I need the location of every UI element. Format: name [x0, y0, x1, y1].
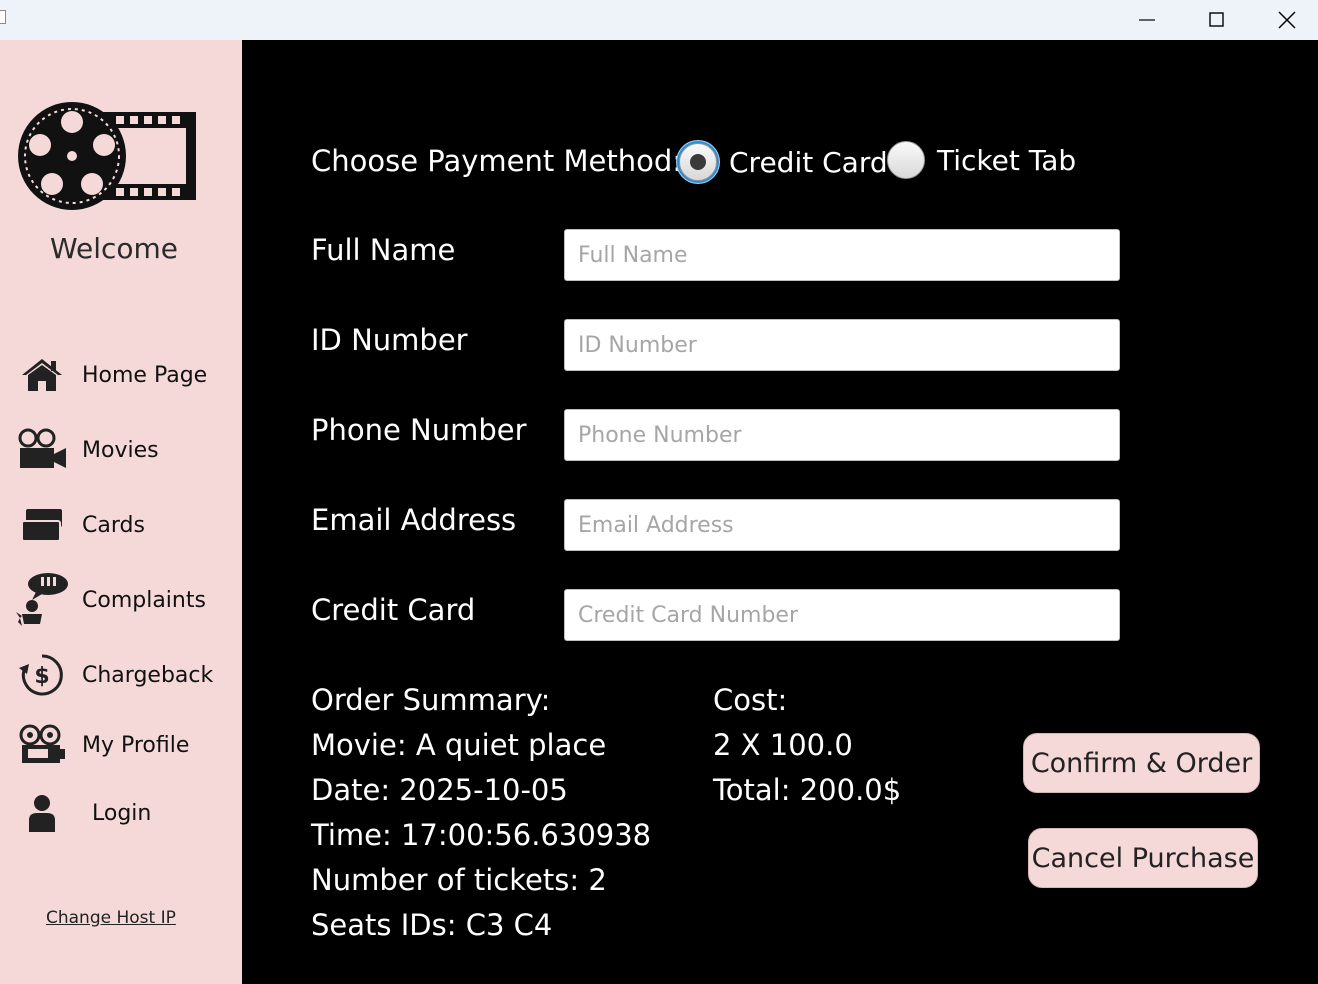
app-icon — [0, 10, 6, 24]
nav-complaints[interactable]: Complaints — [12, 570, 237, 630]
welcome-text: Welcome — [49, 232, 179, 265]
close-icon — [1278, 11, 1296, 29]
complaint-icon — [16, 573, 68, 626]
minimize-icon — [1139, 19, 1155, 21]
order-tickets: Number of tickets: 2 — [311, 863, 607, 897]
nav-movies-label: Movies — [82, 437, 159, 463]
order-time: Time: 17:00:56.630938 — [311, 818, 652, 852]
nav-my-profile[interactable]: My Profile — [12, 715, 237, 775]
minimize-button[interactable] — [1112, 0, 1182, 40]
phone-number-input[interactable] — [564, 409, 1120, 461]
projector-icon — [19, 724, 65, 763]
maximize-icon — [1209, 12, 1224, 27]
film-reel-logo-icon — [18, 102, 196, 210]
title-bar — [0, 0, 1318, 40]
radio-credit-card-label: Credit Card — [729, 145, 888, 179]
maximize-button[interactable] — [1182, 0, 1252, 40]
user-icon — [29, 795, 55, 832]
order-summary: Order Summary: Movie: A quiet place Date… — [311, 678, 651, 948]
nav-home-page[interactable]: Home Page — [12, 345, 237, 405]
svg-text:$: $ — [34, 664, 49, 689]
change-host-ip-link[interactable]: Change Host IP — [46, 908, 176, 928]
cancel-purchase-button[interactable]: Cancel Purchase — [1028, 828, 1258, 888]
nav-login-label: Login — [92, 800, 152, 826]
full-name-label: Full Name — [311, 233, 456, 267]
nav-login[interactable]: Login — [12, 783, 237, 843]
id-number-label: ID Number — [311, 323, 468, 357]
nav-home-page-label: Home Page — [82, 362, 208, 388]
cards-icon — [21, 509, 62, 542]
radio-ticket-tab-dot — [887, 141, 925, 179]
radio-ticket-tab-label: Ticket Tab — [937, 143, 1077, 177]
nav-complaints-label: Complaints — [82, 587, 206, 613]
cost-breakdown: 2 X 100.0 — [713, 728, 853, 762]
radio-ticket-tab[interactable]: Ticket Tab — [887, 141, 1076, 179]
nav-chargeback-label: Chargeback — [82, 662, 214, 688]
order-seats: Seats IDs: C3 C4 — [311, 908, 553, 942]
credit-card-input[interactable] — [564, 589, 1120, 641]
full-name-input[interactable] — [564, 229, 1120, 281]
close-button[interactable] — [1252, 0, 1318, 40]
confirm-order-button[interactable]: Confirm & Order — [1023, 733, 1260, 793]
home-icon — [22, 359, 62, 391]
movie-camera-icon — [18, 428, 66, 468]
nav-movies[interactable]: Movies — [12, 420, 237, 480]
credit-card-label: Credit Card — [311, 593, 476, 627]
sidebar: Welcome Home Page Movies Cards Complaint… — [0, 40, 242, 984]
radio-credit-card[interactable]: Credit Card — [679, 143, 888, 181]
cost-summary: Cost: 2 X 100.0 Total: 200.0$ — [713, 678, 901, 813]
cost-title: Cost: — [713, 683, 788, 717]
payment-method-label: Choose Payment Method: — [311, 144, 682, 178]
nav-chargeback[interactable]: $ Chargeback — [12, 645, 237, 705]
nav-cards-label: Cards — [82, 512, 145, 538]
order-movie: Movie: A quiet place — [311, 728, 607, 762]
payment-panel: Choose Payment Method: Credit Card Ticke… — [242, 40, 1318, 984]
order-date: Date: 2025-10-05 — [311, 773, 568, 807]
cost-total: Total: 200.0$ — [713, 773, 902, 807]
radio-credit-card-dot — [679, 143, 717, 181]
nav-cards[interactable]: Cards — [12, 495, 237, 555]
id-number-input[interactable] — [564, 319, 1120, 371]
nav-my-profile-label: My Profile — [82, 732, 190, 758]
email-address-input[interactable] — [564, 499, 1120, 551]
chargeback-icon: $ — [19, 654, 63, 696]
phone-number-label: Phone Number — [311, 413, 527, 447]
email-address-label: Email Address — [311, 503, 517, 537]
order-summary-title: Order Summary: — [311, 683, 551, 717]
